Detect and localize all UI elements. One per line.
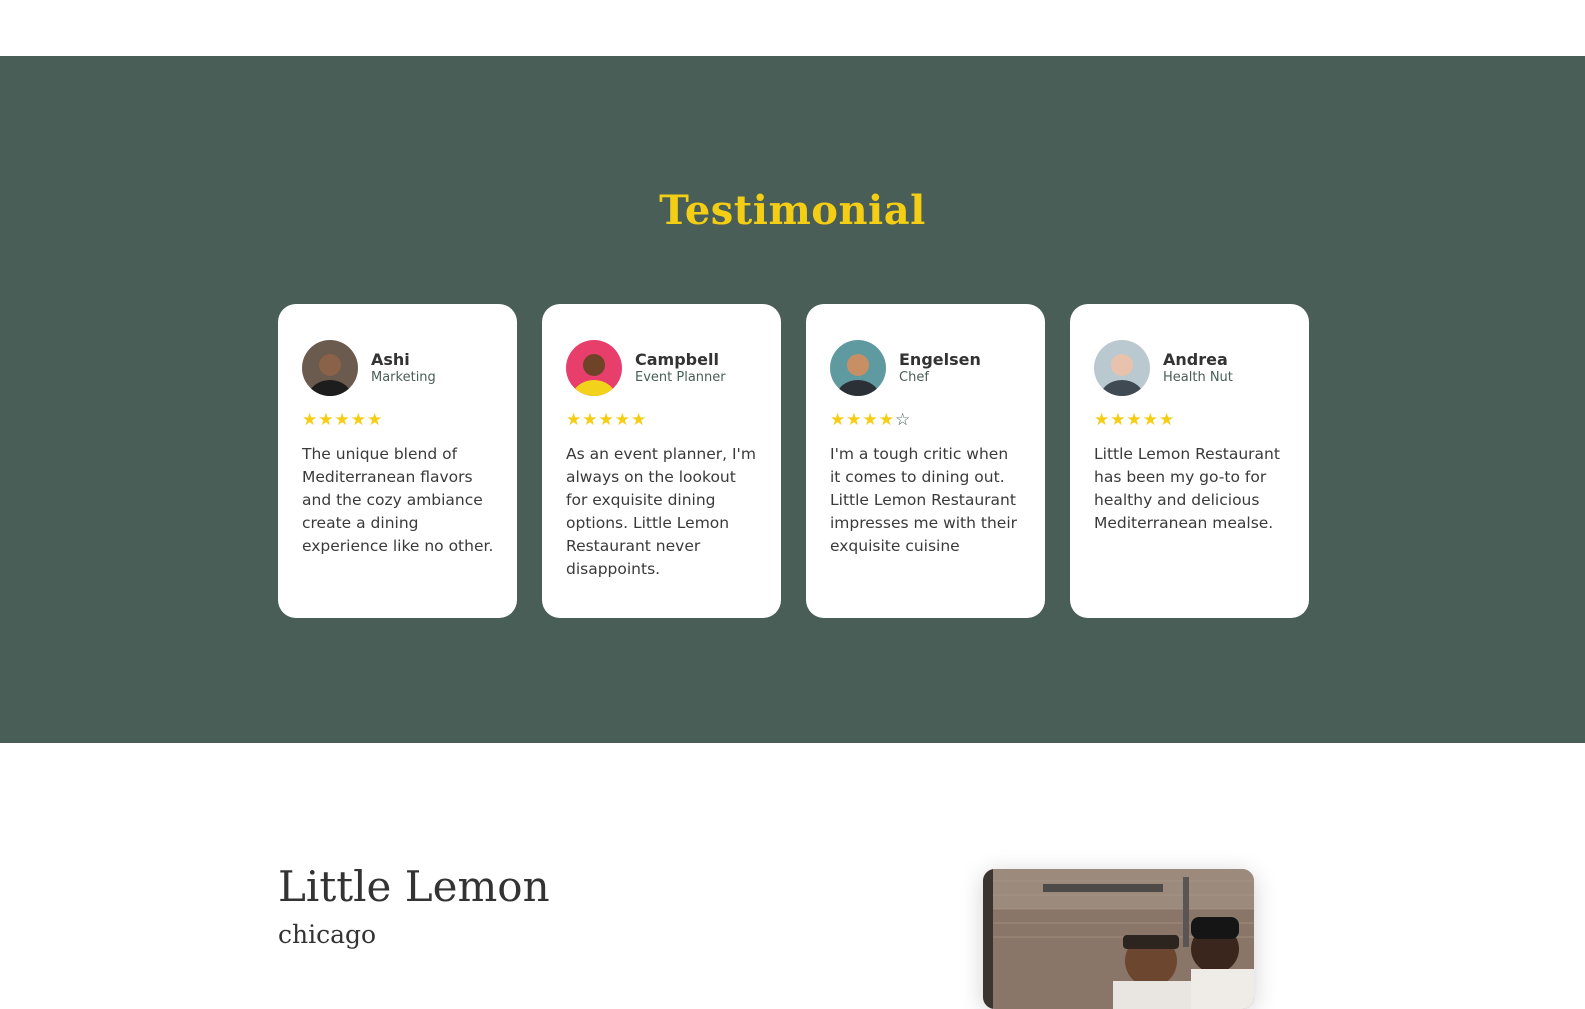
star-filled-icon: ★ (302, 410, 319, 430)
card-header: Engelsen Chef (830, 340, 1021, 396)
reviewer-name: Ashi (371, 350, 410, 370)
reviewer-role: Marketing (371, 370, 436, 386)
testimonials-section: Testimonial Ashi Marketing ★★★★★ The unique… (0, 56, 1585, 743)
star-rating: ★★★★☆ (830, 409, 1021, 431)
star-filled-icon: ★ (846, 410, 863, 430)
star-filled-icon: ★ (631, 410, 648, 430)
star-filled-icon: ★ (1094, 410, 1111, 430)
review-text: As an event planner, I'm always on the l… (566, 445, 756, 578)
reviewer-role: Health Nut (1163, 370, 1233, 386)
star-filled-icon: ★ (1126, 410, 1143, 430)
avatar-andrea (1094, 340, 1150, 396)
about-subtitle: chicago (278, 920, 377, 949)
reviewer-info: Engelsen Chef (899, 350, 981, 386)
review-text: The unique blend of Mediterranean flavor… (302, 445, 494, 555)
star-rating: ★★★★★ (1094, 409, 1285, 431)
card-header: Andrea Health Nut (1094, 340, 1285, 396)
testimonial-card: Engelsen Chef ★★★★☆ I'm a tough critic when… (806, 304, 1045, 618)
review-text: I'm a tough critic when it comes to dini… (830, 445, 1017, 555)
star-filled-icon: ★ (878, 410, 895, 430)
avatar-campbell (566, 340, 622, 396)
star-filled-icon: ★ (334, 410, 351, 430)
card-header: Campbell Event Planner (566, 340, 757, 396)
reviewer-role: Chef (899, 370, 929, 386)
reviewer-info: Campbell Event Planner (635, 350, 726, 386)
star-empty-icon: ☆ (895, 410, 912, 430)
star-filled-icon: ★ (830, 410, 847, 430)
reviewer-name: Engelsen (899, 350, 981, 370)
star-filled-icon: ★ (614, 410, 631, 430)
reviewer-info: Ashi Marketing (371, 350, 436, 386)
testimonial-cards: Ashi Marketing ★★★★★ The unique blend of Me… (278, 304, 1309, 618)
reviewer-name: Andrea (1163, 350, 1228, 370)
restaurant-chefs-photo (983, 869, 1254, 1009)
star-filled-icon: ★ (1110, 410, 1127, 430)
about-title: Little Lemon (278, 862, 550, 911)
review-text: Little Lemon Restaurant has been my go-t… (1094, 445, 1280, 532)
section-title: Testimonial (659, 187, 926, 234)
star-rating: ★★★★★ (302, 409, 493, 431)
testimonial-card: Andrea Health Nut ★★★★★ Little Lemon Restau… (1070, 304, 1309, 618)
star-filled-icon: ★ (862, 410, 879, 430)
star-filled-icon: ★ (598, 410, 615, 430)
reviewer-name: Campbell (635, 350, 719, 370)
reviewer-role: Event Planner (635, 370, 726, 386)
star-filled-icon: ★ (350, 410, 367, 430)
card-header: Ashi Marketing (302, 340, 493, 396)
testimonial-card: Campbell Event Planner ★★★★★ As an event pl… (542, 304, 781, 618)
star-filled-icon: ★ (367, 410, 384, 430)
header-bar (0, 0, 1585, 56)
star-filled-icon: ★ (1159, 410, 1176, 430)
reviewer-info: Andrea Health Nut (1163, 350, 1233, 386)
testimonial-card: Ashi Marketing ★★★★★ The unique blend of Me… (278, 304, 517, 618)
avatar-engelsen (830, 340, 886, 396)
star-filled-icon: ★ (1142, 410, 1159, 430)
star-filled-icon: ★ (566, 410, 583, 430)
star-filled-icon: ★ (318, 410, 335, 430)
avatar-ashi (302, 340, 358, 396)
star-filled-icon: ★ (582, 410, 599, 430)
star-rating: ★★★★★ (566, 409, 757, 431)
